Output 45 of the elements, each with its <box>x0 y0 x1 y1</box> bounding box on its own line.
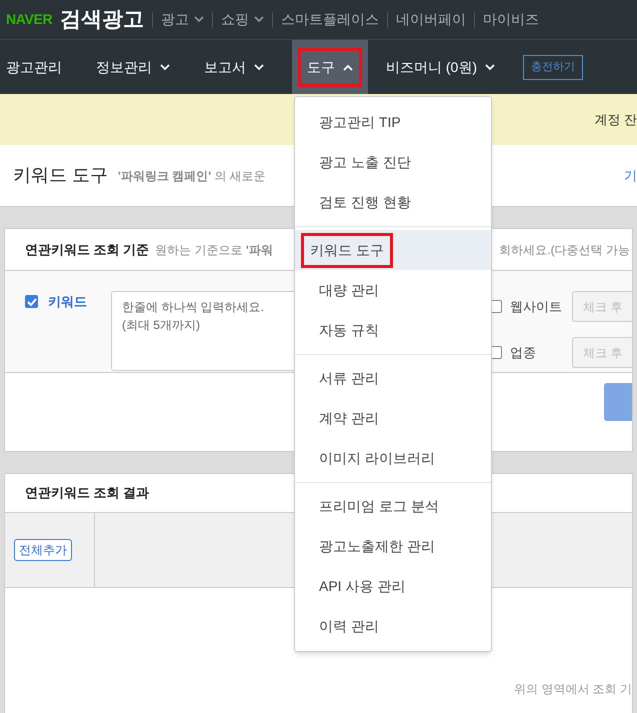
chevron-down-icon <box>485 64 495 70</box>
menu-item[interactable]: 이력 관리 <box>295 606 491 646</box>
checkbox[interactable] <box>25 295 38 308</box>
menu-item[interactable]: 계약 관리 <box>295 398 491 438</box>
card-hint: 원하는 기준으로 '파워 <box>155 242 274 258</box>
chevron-down-icon <box>194 16 204 23</box>
chevron-down-icon <box>254 64 264 70</box>
card-title: 연관키워드 조회 기준 <box>25 240 150 259</box>
card-title: 연관키워드 조회 결과 <box>25 484 150 502</box>
menu-item[interactable]: 프리미엄 로그 분석 <box>295 486 491 526</box>
menu-item[interactable]: API 사용 관리 <box>295 566 491 606</box>
keyword-label: 키워드 <box>48 295 87 308</box>
menu-item[interactable]: 광고관리 TIP <box>295 102 491 142</box>
nav-tab[interactable]: 도구 <box>292 40 368 94</box>
menu-item[interactable]: 키워드 도구 <box>295 230 491 270</box>
card-hint-tail: 회하세요.(다중선택 가능 <box>499 242 630 258</box>
add-all-button[interactable]: 전체추가 <box>14 539 72 561</box>
menu-item[interactable]: 광고 노출 진단 <box>295 142 491 182</box>
top-link[interactable]: 네이버페이 <box>396 9 466 30</box>
nav-tab[interactable]: 광고관리 <box>0 40 68 94</box>
menu-item[interactable]: 이미지 라이브러리 <box>295 438 491 478</box>
header-link[interactable]: 기 <box>624 166 637 186</box>
chevron-down-icon <box>160 64 170 70</box>
nav-tab[interactable]: 보고서 <box>198 40 270 94</box>
menu-item[interactable]: 검토 진행 현황 <box>295 182 491 222</box>
chevron-up-icon <box>343 64 353 70</box>
page-title: 키워드 도구 <box>13 164 108 187</box>
option-label: 업종 <box>510 344 537 362</box>
nav-tab[interactable]: 정보관리 <box>90 40 176 94</box>
chevron-down-icon <box>254 16 264 23</box>
banner-text: 계정 잔 <box>594 110 637 129</box>
page-note: '파워링크 캠페인' 의 새로운 <box>118 168 266 184</box>
top-link[interactable]: 스마트플레이스 <box>281 9 380 30</box>
menu-item[interactable]: 광고노출제한 관리 <box>295 526 491 566</box>
product-name: 검색광고 <box>60 6 144 33</box>
top-link[interactable]: 광고 <box>161 9 204 30</box>
option-label: 웹사이트 <box>510 298 563 316</box>
top-link[interactable]: 마이비즈 <box>483 9 540 30</box>
brand-logo[interactable]: NAVER <box>6 9 52 30</box>
option-input[interactable]: 체크 후 <box>572 291 632 322</box>
empty-message: 위의 영역에서 조회 기 <box>514 681 632 698</box>
top-link[interactable]: 쇼핑 <box>221 9 264 30</box>
nav-tab[interactable]: 비즈머니 (0원) <box>380 40 501 94</box>
charge-button[interactable]: 충전하기 <box>523 54 583 80</box>
option-input[interactable]: 체크 후 <box>572 337 632 368</box>
